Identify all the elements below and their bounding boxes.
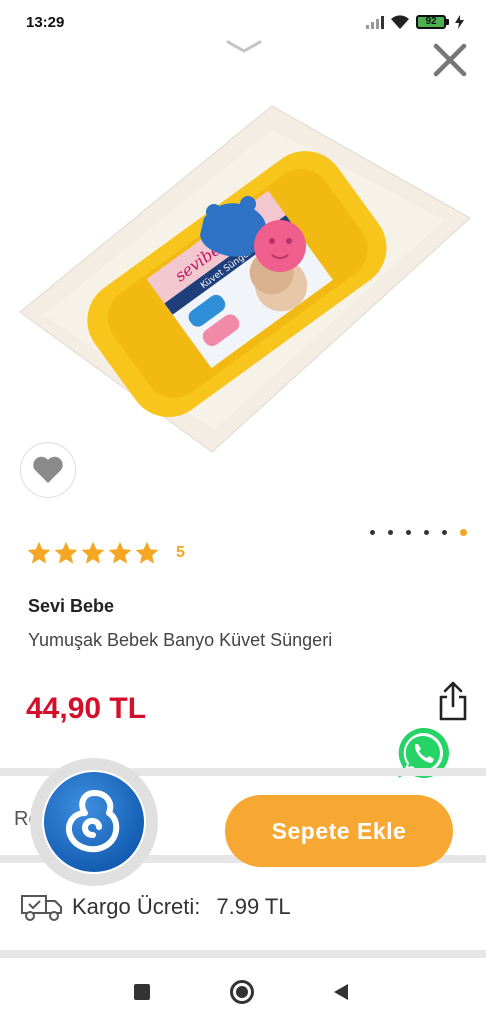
carousel-dot[interactable]: [442, 530, 447, 535]
back-button[interactable]: [332, 982, 350, 1002]
navigation-bar: [0, 962, 486, 1024]
signal-icon: [366, 15, 384, 29]
app-logo-icon: [42, 770, 146, 874]
status-time: 13:29: [26, 14, 65, 31]
app-logo-button[interactable]: [30, 758, 158, 886]
carousel-dot[interactable]: [424, 530, 429, 535]
shipping-label: Kargo Ücreti:: [72, 894, 201, 919]
home-button[interactable]: [230, 980, 254, 1004]
product-name: Yumuşak Bebek Banyo Küvet Süngeri: [28, 630, 333, 650]
star-icon: [54, 541, 78, 564]
carousel-dot[interactable]: [406, 530, 411, 535]
product-rating[interactable]: 5: [26, 540, 185, 566]
battery-level: 92: [416, 15, 446, 29]
shipping-price: 7.99 TL: [216, 894, 291, 919]
heart-icon: [33, 456, 63, 483]
star-icon: [108, 541, 132, 564]
favorite-button[interactable]: [20, 442, 76, 498]
carousel-dot[interactable]: [370, 530, 375, 535]
carousel-dot[interactable]: [388, 530, 393, 535]
divider: [0, 950, 486, 958]
recent-apps-button[interactable]: [134, 984, 150, 1000]
rating-stars: [26, 540, 160, 566]
carousel-dot-active[interactable]: [460, 529, 467, 536]
product-price: 44,90 TL: [26, 692, 147, 725]
truck-icon: [21, 895, 62, 921]
product-image: sevibebe Küvet Süngeri: [19, 105, 471, 453]
star-icon: [27, 541, 51, 564]
share-icon[interactable]: [436, 680, 470, 722]
add-to-cart-button[interactable]: Sepete Ekle: [225, 795, 453, 867]
wifi-icon: [391, 15, 409, 29]
shipping-info: Kargo Ücreti: 7.99 TL: [20, 892, 291, 922]
charging-icon: [455, 15, 464, 29]
status-icons: 92: [366, 14, 464, 30]
rating-count: 5: [176, 544, 185, 561]
close-icon[interactable]: [428, 38, 472, 82]
battery-icon: 92: [416, 15, 449, 29]
chevron-down-icon[interactable]: [225, 38, 263, 56]
carousel-indicator: [370, 529, 467, 536]
star-icon: [81, 541, 105, 564]
star-icon: [135, 541, 159, 564]
product-brand[interactable]: Sevi Bebe: [28, 596, 114, 617]
